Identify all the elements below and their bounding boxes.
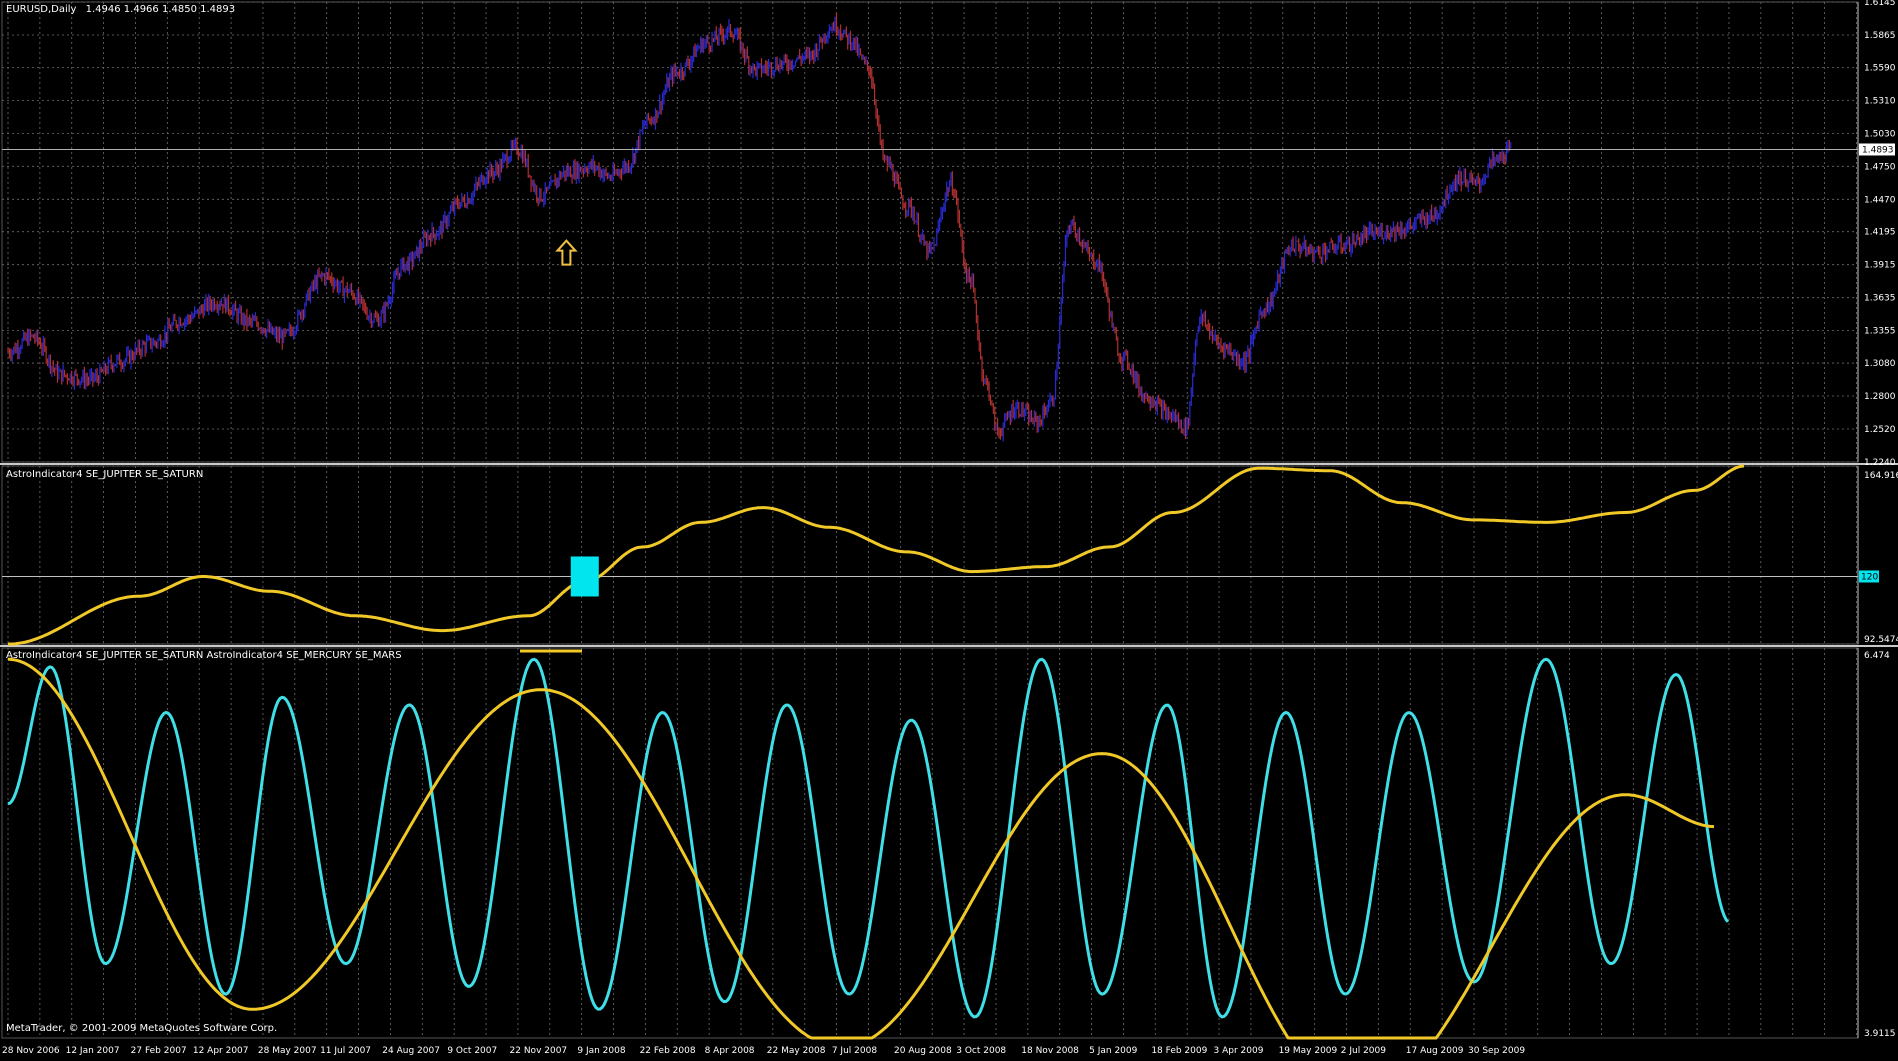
panel-frame	[1, 1, 1859, 463]
price-tick-label: 1.6145	[1864, 0, 1896, 8]
indicator1-title: AstroIndicator4 SE_JUPITER SE_SATURN	[6, 469, 204, 480]
indicator2-tick-label: 6.474	[1864, 651, 1890, 661]
panel-frame	[1, 647, 1859, 1039]
price-tick-label: 1.3355	[1864, 327, 1896, 337]
x-axis-tick-label: 24 Aug 2007	[382, 1046, 440, 1056]
x-axis-tick-label: 12 Jan 2007	[66, 1046, 120, 1056]
reference-level-label: 120	[1861, 572, 1878, 582]
x-axis-tick-label: 12 Apr 2007	[193, 1046, 249, 1056]
panel-frame	[1, 465, 1859, 645]
x-axis-tick-label: 22 Nov 2007	[510, 1046, 568, 1056]
x-axis-tick-label: 5 Jan 2009	[1089, 1046, 1137, 1056]
indicator2-panel-header: AstroIndicator4 SE_JUPITER SE_SATURN Ast…	[6, 650, 402, 661]
x-axis-tick-label: 18 Feb 2009	[1151, 1046, 1207, 1056]
ohlc-label: 1.4946 1.4966 1.4850 1.4893	[85, 4, 236, 15]
x-axis-tick-label: 22 Feb 2008	[640, 1046, 696, 1056]
price-tick-label: 1.2240	[1864, 458, 1896, 468]
price-tick-label: 1.4470	[1864, 195, 1896, 205]
up-arrow-icon[interactable]	[555, 239, 578, 266]
mercury-mars-line[interactable]	[7, 657, 1730, 1019]
x-axis-tick-label: 9 Jan 2008	[577, 1046, 625, 1056]
current-price-label: 1.4893	[1862, 145, 1894, 155]
indicator2-title: AstroIndicator4 SE_JUPITER SE_SATURN Ast…	[6, 650, 402, 661]
price-tick-label: 1.3635	[1864, 294, 1896, 304]
price-tick-label: 1.5030	[1864, 129, 1896, 139]
x-axis-tick-label: 17 Aug 2009	[1406, 1046, 1464, 1056]
price-tick-label: 1.2520	[1864, 425, 1896, 435]
indicator2-tick-label: 3.9115	[1864, 1029, 1896, 1039]
crossing-marker[interactable]	[570, 556, 599, 597]
jupiter-saturn-line[interactable]	[8, 657, 1715, 1040]
price-tick-label: 1.4750	[1864, 162, 1896, 172]
chart-canvas[interactable]: 1.6145 1.5865 1.5590 1.5310 1.5030 1.4750 1.44…	[0, 0, 1898, 1057]
x-axis-tick-label: 30 Sep 2009	[1468, 1046, 1525, 1056]
price-tick-label: 1.3080	[1864, 359, 1896, 369]
indicator1-tick-label: 164.916	[1864, 471, 1898, 481]
x-axis-tick-label: 20 Aug 2008	[894, 1046, 952, 1056]
copyright-text: MetaTrader, © 2001-2009 MetaQuotes Softw…	[6, 1023, 278, 1034]
price-panel-header: EURUSD,Daily 1.4946 1.4966 1.4850 1.4893	[6, 4, 235, 15]
x-axis-tick-label: 18 Nov 2008	[1021, 1046, 1079, 1056]
x-axis-tick-label: 7 Jul 2008	[832, 1046, 877, 1056]
price-tick-label: 1.2800	[1864, 392, 1896, 402]
price-tick-label: 1.3915	[1864, 261, 1896, 271]
price-tick-label: 1.5865	[1864, 31, 1896, 41]
x-axis-tick-label: 2 Jul 2009	[1341, 1046, 1386, 1056]
x-axis-tick-label: 8 Apr 2008	[705, 1046, 755, 1056]
x-axis-tick-label: 28 Nov 2006	[2, 1046, 60, 1056]
symbol-label: EURUSD,Daily	[6, 4, 77, 15]
x-axis-tick-label: 3 Oct 2008	[956, 1046, 1006, 1056]
x-axis-tick-label: 9 Oct 2007	[447, 1046, 497, 1056]
x-axis-tick-label: 3 Apr 2009	[1214, 1046, 1264, 1056]
price-tick-label: 1.4195	[1864, 228, 1896, 238]
price-tick-label: 1.5590	[1864, 63, 1896, 73]
indicator1-panel-header: AstroIndicator4 SE_JUPITER SE_SATURN	[6, 469, 203, 480]
x-axis-tick-label: 28 May 2007	[258, 1046, 317, 1056]
x-axis-tick-label: 19 May 2009	[1279, 1046, 1338, 1056]
indicator1-tick-label: 92.5474	[1864, 635, 1898, 645]
jupiter-saturn-line[interactable]	[8, 464, 1745, 646]
x-axis-tick-label: 11 Jul 2007	[320, 1046, 371, 1056]
x-axis-tick-label: 27 Feb 2007	[131, 1046, 187, 1056]
price-tick-label: 1.5310	[1864, 96, 1896, 106]
x-axis-tick-label: 22 May 2008	[767, 1046, 826, 1056]
chart-window: 1.6145 1.5865 1.5590 1.5310 1.5030 1.4750 1.44…	[0, 0, 1898, 1057]
